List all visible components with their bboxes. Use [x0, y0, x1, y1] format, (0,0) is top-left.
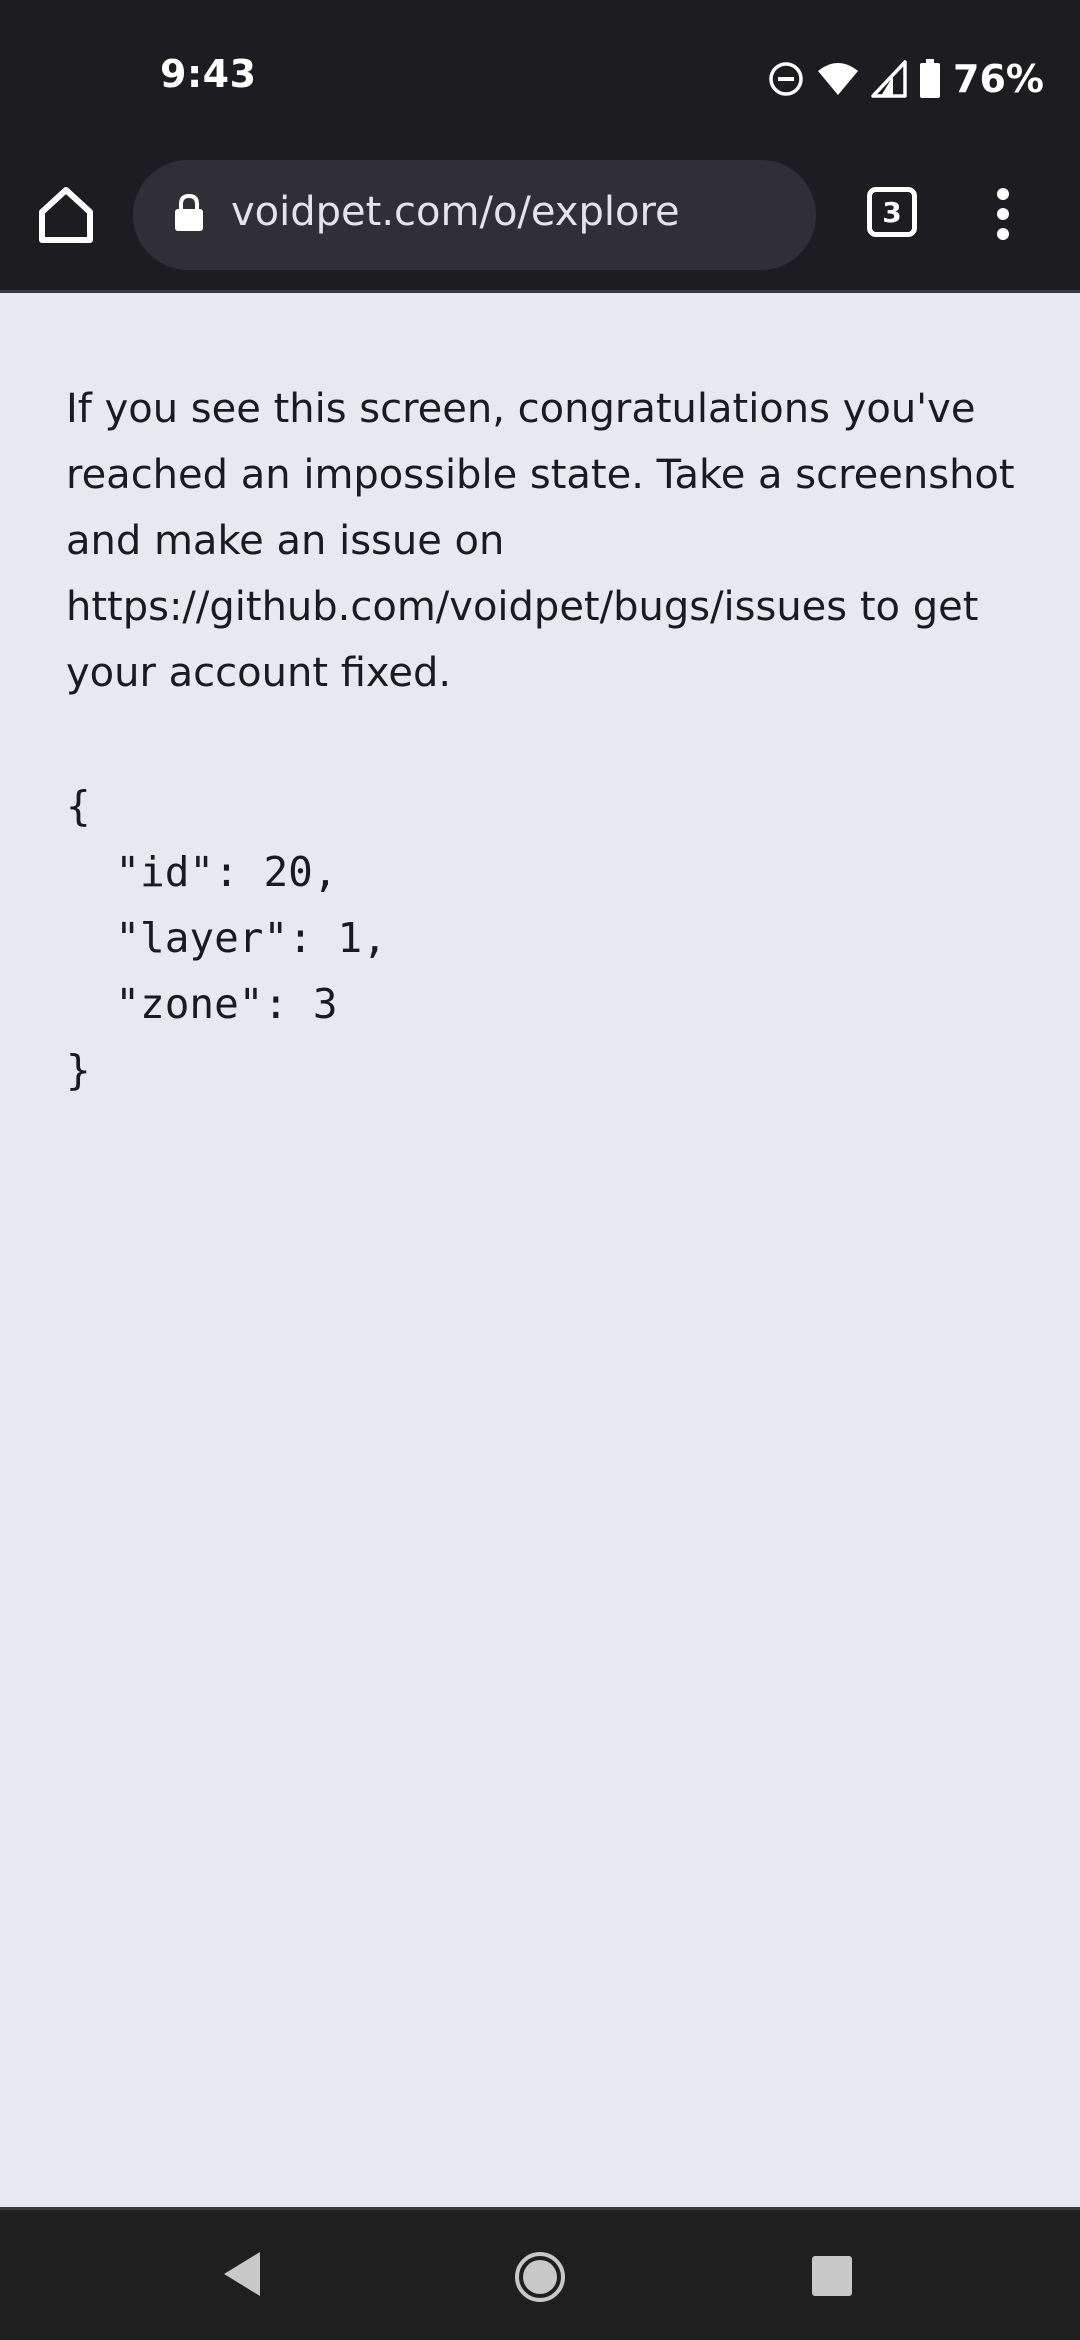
- browser-toolbar: voidpet.com/o/explore 3: [0, 160, 1080, 293]
- url-text[interactable]: voidpet.com/o/explore: [231, 189, 680, 235]
- recents-icon[interactable]: [810, 2254, 854, 2302]
- status-icons: 76%: [767, 56, 1044, 102]
- battery-percent: 76%: [953, 57, 1044, 101]
- cell-signal-icon: [871, 60, 907, 98]
- lock-icon[interactable]: [173, 193, 205, 237]
- error-message: If you see this screen, congratulations …: [66, 386, 1015, 696]
- do-not-disturb-icon: [767, 60, 805, 98]
- status-bar: 9:43 76%: [0, 0, 1080, 160]
- page-content: If you see this screen, congratulations …: [0, 293, 1080, 2207]
- more-vert-icon: [986, 188, 1020, 248]
- system-nav-bar: [0, 2207, 1080, 2340]
- tab-switcher-button[interactable]: 3: [867, 187, 917, 237]
- battery-icon: [919, 59, 941, 99]
- status-time: 9:43: [160, 52, 257, 96]
- home-button[interactable]: [36, 182, 96, 246]
- json-debug-block: { "id": 20, "layer": 1, "zone": 3 }: [66, 782, 387, 1094]
- wifi-icon: [817, 61, 859, 97]
- home-icon: [36, 187, 96, 250]
- home-circle-icon[interactable]: [513, 2250, 567, 2308]
- back-icon[interactable]: [220, 2250, 264, 2302]
- url-bar[interactable]: voidpet.com/o/explore: [133, 160, 816, 270]
- more-menu-button[interactable]: [986, 184, 1020, 244]
